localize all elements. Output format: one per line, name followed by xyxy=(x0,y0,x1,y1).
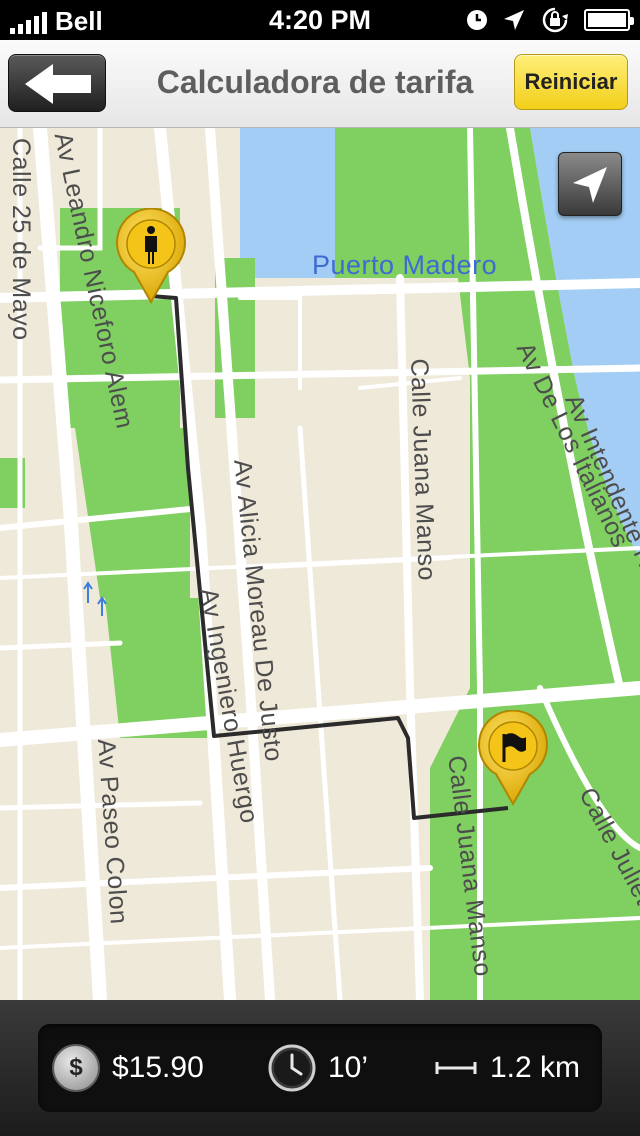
distance-ruler-icon xyxy=(435,1062,477,1074)
duration-value: 10’ xyxy=(328,1051,369,1084)
fare-value: $15.90 xyxy=(112,1051,204,1084)
one-way-arrow xyxy=(83,581,93,603)
trip-info-bar: $ $15.90 10’ 1.2 km xyxy=(0,1000,640,1136)
navigation-bar: Calculadora de tarifa Reiniciar xyxy=(0,40,640,128)
person-icon xyxy=(116,208,186,304)
back-button[interactable] xyxy=(8,54,106,112)
duration-item: 10’ xyxy=(268,1024,368,1112)
fare-item: $ $15.90 xyxy=(52,1024,204,1112)
distance-value: 1.2 km xyxy=(490,1051,581,1084)
location-arrow-icon xyxy=(573,167,607,203)
reset-button[interactable]: Reiniciar xyxy=(514,54,628,110)
battery-icon xyxy=(584,9,634,31)
one-way-arrow xyxy=(97,596,107,616)
location-arrow-icon xyxy=(504,10,524,30)
trip-info-panel: $ $15.90 10’ 1.2 km xyxy=(38,1024,602,1112)
clock-icon xyxy=(268,1044,316,1092)
distance-item: 1.2 km xyxy=(434,1024,580,1112)
page-title: Calculadora de tarifa xyxy=(156,64,474,100)
map-view[interactable]: Puerto Madero Calle 25 de Mayo Av Leandr… xyxy=(0,128,640,1000)
rotation-lock-icon xyxy=(542,7,568,33)
flag-icon xyxy=(478,710,548,806)
back-arrow-icon xyxy=(25,64,91,104)
coin-icon: $ xyxy=(52,1044,100,1092)
locate-me-button[interactable] xyxy=(558,152,622,216)
map-label-puerto-madero: Puerto Madero xyxy=(312,250,498,280)
map-label-calle-25-de-mayo: Calle 25 de Mayo xyxy=(7,138,35,341)
status-right xyxy=(466,6,634,34)
status-bar: Bell 4:20 PM xyxy=(0,0,640,40)
alarm-icon xyxy=(467,10,487,30)
